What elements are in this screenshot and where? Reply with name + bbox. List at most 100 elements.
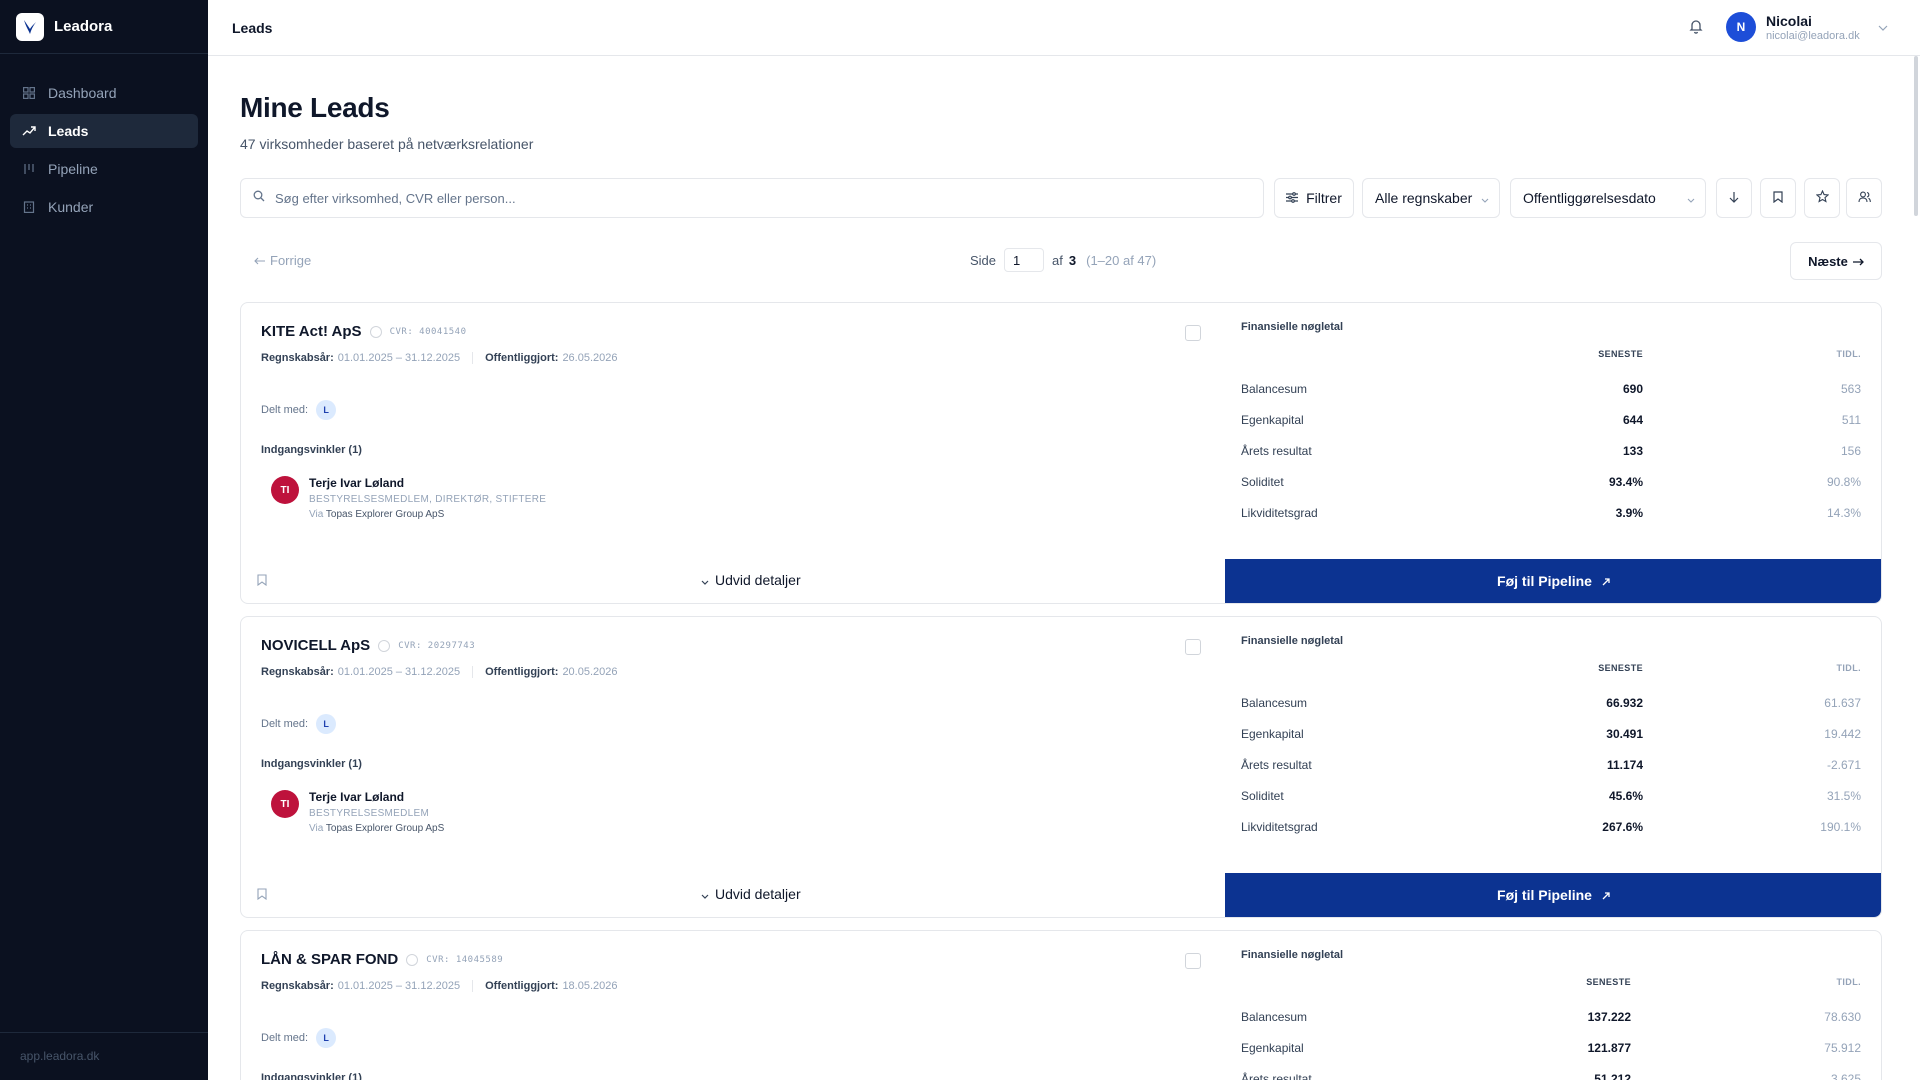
add-to-pipeline-button[interactable]: Føj til Pipeline xyxy=(1225,559,1881,603)
financial-row: Likviditetsgrad 267.6% 190.1% xyxy=(1241,811,1861,842)
page-indicator: Side 1 af 3 (1–20 af 47) xyxy=(970,248,1156,272)
metric-latest: 133 xyxy=(1622,444,1643,458)
metric-previous: 3.625 xyxy=(1830,1072,1861,1080)
financials-header: SENESTE TIDL. xyxy=(1241,349,1861,365)
select-checkbox[interactable] xyxy=(1185,325,1201,341)
building-icon xyxy=(22,200,36,214)
fiscal-period: 01.01.2025 – 31.12.2025 xyxy=(337,666,461,678)
sidebar-item-leads[interactable]: Leads xyxy=(10,114,198,148)
contact-person[interactable]: TI Terje Ivar Løland BESTYRELSESMEDLEM, … xyxy=(271,476,1201,520)
financial-row: Årets resultat 133 156 xyxy=(1241,435,1861,466)
accounts-select-value: Alle regnskaber xyxy=(1375,190,1473,206)
person-avatar: TI xyxy=(271,476,299,504)
filter-button[interactable]: Filtrer xyxy=(1274,178,1354,218)
expand-details-button[interactable]: Udvid detaljer xyxy=(701,886,801,902)
lead-meta: Regnskabsår: 01.01.2025 – 31.12.2025 Off… xyxy=(261,980,1201,992)
total-pages: 3 xyxy=(1068,252,1077,268)
sort-direction-button[interactable] xyxy=(1716,178,1752,218)
expand-details-button[interactable]: Udvid detaljer xyxy=(701,572,801,588)
via-company: Topas Explorer Group ApS xyxy=(325,823,445,834)
avatar: N xyxy=(1726,12,1756,42)
company-name[interactable]: KITE Act! ApS xyxy=(261,323,362,340)
user-info: Nicolai nicolai@leadora.dk xyxy=(1766,13,1860,42)
angles-title: Indgangsvinkler (1) xyxy=(261,444,362,456)
financial-row: Årets resultat 11.174 -2.671 xyxy=(1241,749,1861,780)
next-page-button[interactable]: Næste xyxy=(1790,242,1882,280)
bookmark-icon[interactable] xyxy=(257,887,267,905)
saved-filter-button[interactable] xyxy=(1760,178,1796,218)
shared-avatar[interactable]: L xyxy=(316,714,337,734)
metric-label: Balancesum xyxy=(1241,1010,1308,1024)
shared-avatar[interactable]: L xyxy=(316,1028,337,1048)
financial-row: Soliditet 93.4% 90.8% xyxy=(1241,466,1861,497)
select-checkbox[interactable] xyxy=(1185,639,1201,655)
person-via: Via Topas Explorer Group ApS xyxy=(309,509,546,520)
sidebar-item-label: Dashboard xyxy=(48,85,117,101)
user-menu[interactable]: N Nicolai nicolai@leadora.dk xyxy=(1726,12,1888,42)
fiscal-year-label: Regnskabsår: xyxy=(261,352,334,364)
lead-info: KITE Act! ApS CVR: 40041540 Regnskabsår:… xyxy=(261,323,1201,520)
metric-latest: 66.932 xyxy=(1606,696,1643,710)
sidebar-item-dashboard[interactable]: Dashboard xyxy=(10,76,198,110)
sort-select[interactable]: Offentliggørelsesdato xyxy=(1510,178,1706,218)
lead-info: LÅN & SPAR FOND CVR: 14045589 Regnskabså… xyxy=(261,951,1201,1080)
latest-header: SENESTE xyxy=(1598,349,1643,359)
metric-previous: 14.3% xyxy=(1826,506,1861,520)
lead-meta: Regnskabsår: 01.01.2025 – 31.12.2025 Off… xyxy=(261,352,1201,364)
financials: Finansielle nøgletal SENESTE TIDL. Balan… xyxy=(1241,635,1861,842)
brand[interactable]: Leadora xyxy=(0,0,208,54)
sidebar-item-kunder[interactable]: Kunder xyxy=(10,190,198,224)
shared-with-label: Delt med: xyxy=(261,718,309,730)
accounts-select[interactable]: Alle regnskaber xyxy=(1362,178,1500,218)
company-name[interactable]: NOVICELL ApS xyxy=(261,637,370,654)
user-name: Nicolai xyxy=(1766,12,1812,29)
person-role: BESTYRELSESMEDLEM xyxy=(309,808,430,819)
fiscal-year-label: Regnskabsår: xyxy=(261,980,334,992)
bell-icon[interactable] xyxy=(1688,18,1708,38)
search-icon xyxy=(253,189,265,207)
financials: Finansielle nøgletal SENESTE TIDL. Balan… xyxy=(1241,321,1861,528)
shared-avatar[interactable]: L xyxy=(316,400,337,420)
sidebar-item-pipeline[interactable]: Pipeline xyxy=(10,152,198,186)
select-checkbox[interactable] xyxy=(1185,953,1201,969)
search-input[interactable] xyxy=(275,190,1175,206)
metric-previous: 156 xyxy=(1840,444,1861,458)
bookmark-icon[interactable] xyxy=(257,573,267,591)
sidebar-item-label: Leads xyxy=(48,123,89,139)
page-subtitle: 47 virksomheder baseret på netværksrelat… xyxy=(240,136,534,152)
metric-previous: 61.637 xyxy=(1824,696,1861,710)
company-name[interactable]: LÅN & SPAR FOND xyxy=(261,951,398,968)
metric-previous: 190.1% xyxy=(1820,820,1861,834)
financials-title: Finansielle nøgletal xyxy=(1241,321,1344,333)
leadora-logo-icon xyxy=(16,12,44,41)
fiscal-period: 01.01.2025 – 31.12.2025 xyxy=(337,980,461,992)
page-number-input[interactable]: 1 xyxy=(1004,248,1045,272)
person-name: Terje Ivar Løland xyxy=(309,476,405,490)
via-company: Topas Explorer Group ApS xyxy=(325,509,445,520)
card-footer: Udvid detaljer Føj til Pipeline xyxy=(241,559,1881,603)
shared-with-label: Delt med: xyxy=(261,1032,309,1044)
add-to-pipeline-button[interactable]: Føj til Pipeline xyxy=(1225,873,1881,917)
arrow-right-icon xyxy=(1852,254,1864,269)
divider xyxy=(472,666,474,678)
favorites-button[interactable] xyxy=(1804,178,1840,218)
arrow-left-icon xyxy=(254,253,266,268)
published-label: Offentliggjort: xyxy=(485,352,559,364)
fiscal-year-label: Regnskabsår: xyxy=(261,666,334,678)
search-box[interactable] xyxy=(240,178,1264,218)
people-filter-button[interactable] xyxy=(1846,178,1882,218)
metric-previous: 511 xyxy=(1841,413,1861,427)
via-label: Via xyxy=(309,509,324,520)
chevron-down-icon xyxy=(1687,190,1695,206)
metric-latest: 3.9% xyxy=(1615,506,1643,520)
cvr-number: CVR: 40041540 xyxy=(389,326,467,337)
shared-with: Delt med: L xyxy=(261,400,1201,420)
financials-title: Finansielle nøgletal xyxy=(1241,949,1344,961)
arrow-down-icon xyxy=(1729,190,1739,206)
prev-page-button[interactable]: Forrige xyxy=(254,253,311,268)
scrollbar-thumb[interactable] xyxy=(1914,56,1918,216)
contact-person[interactable]: TI Terje Ivar Løland BESTYRELSESMEDLEM V… xyxy=(271,790,1201,834)
fiscal-period: 01.01.2025 – 31.12.2025 xyxy=(337,352,461,364)
shared-with: Delt med: L xyxy=(261,1028,1201,1048)
user-email: nicolai@leadora.dk xyxy=(1766,29,1860,42)
